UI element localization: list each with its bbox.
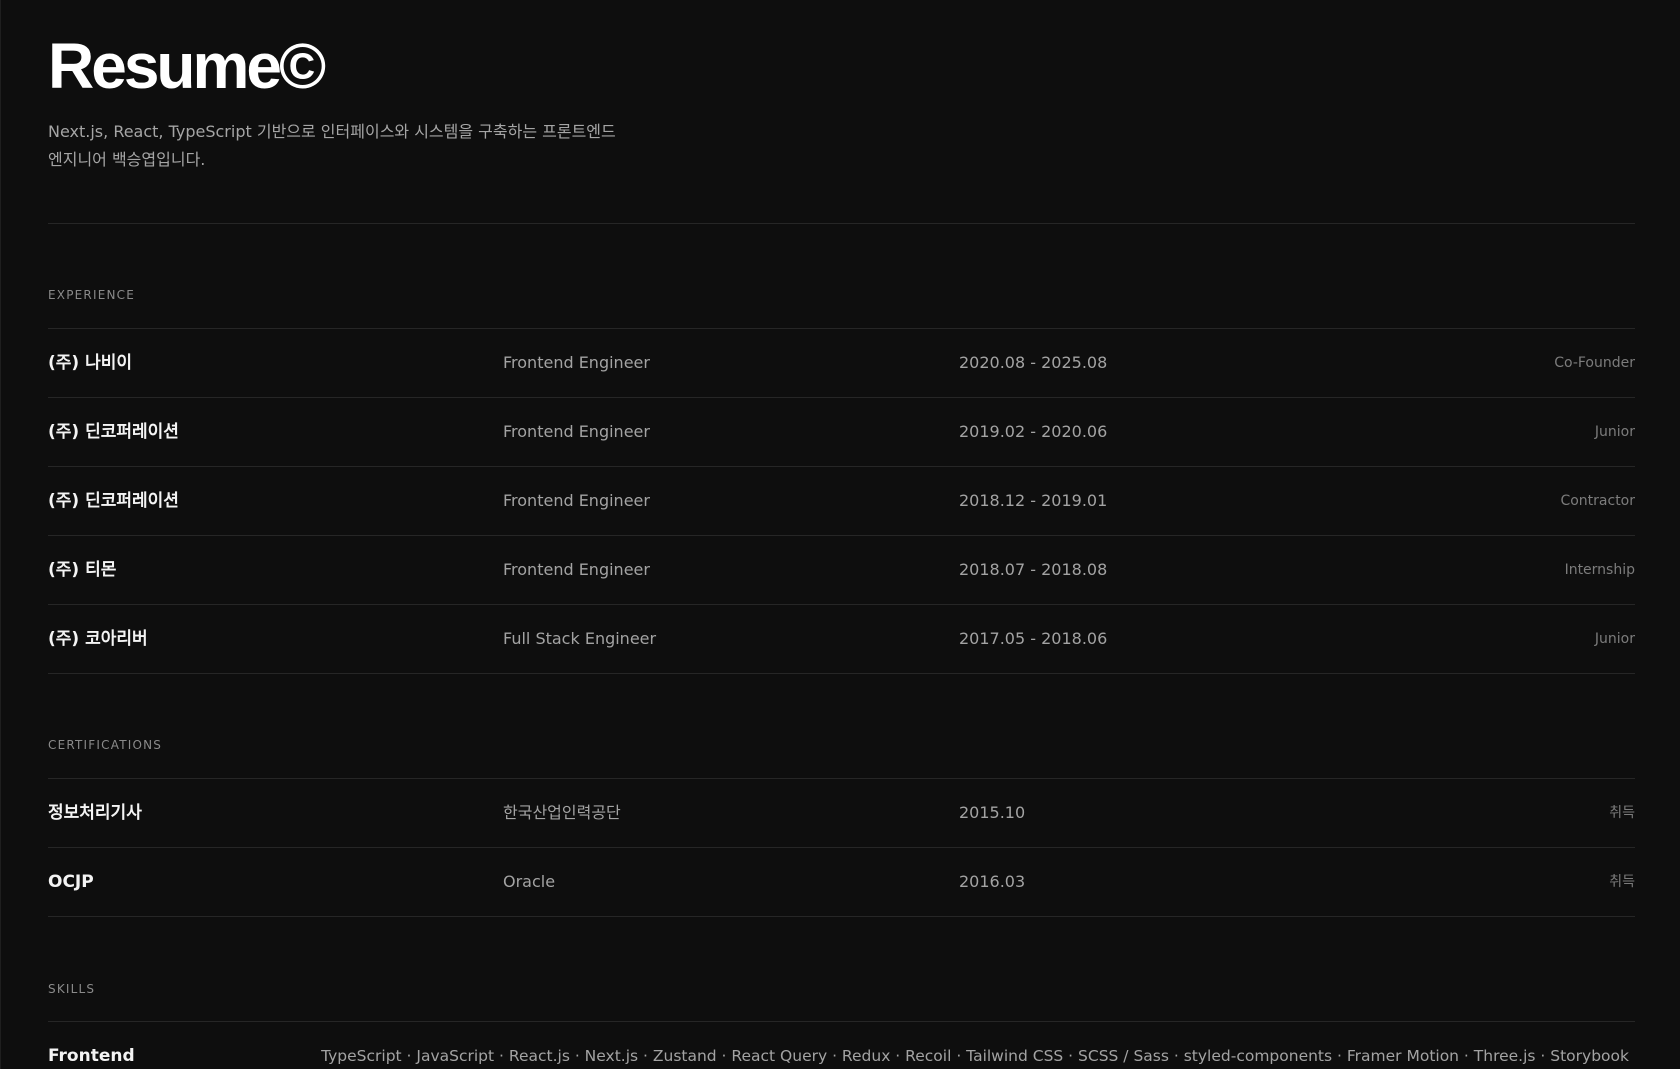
job-role: Frontend Engineer [503,422,650,441]
position-level: Junior [1594,424,1635,440]
certifications-list: 정보처리기사 한국산업인력공단 2015.10 취득 OCJP Oracle 2… [48,778,1635,917]
position-level: Internship [1564,562,1635,578]
certification-row: 정보처리기사 한국산업인력공단 2015.10 취득 [48,779,1635,848]
company-name: (주) 코아리버 [48,629,148,649]
experience-row: (주) 코아리버 Full Stack Engineer 2017.05 - 2… [48,605,1635,674]
skills-heading: SKILLS [48,982,96,996]
certification-issuer: 한국산업인력공단 [503,803,621,822]
company-name: (주) 딘코퍼레이션 [48,491,179,511]
skills-category: Frontend [48,1046,135,1066]
certification-status: 취득 [1609,805,1635,821]
employment-period: 2019.02 - 2020.06 [959,422,1108,441]
company-name: (주) 딘코퍼레이션 [48,422,179,442]
certification-name: 정보처리기사 [48,803,142,823]
certifications-heading: CERTIFICATIONS [48,738,163,752]
skills-row: Frontend TypeScript · JavaScript · React… [48,1032,1635,1069]
job-role: Full Stack Engineer [503,629,657,648]
certification-date: 2016.03 [959,872,1026,891]
header-divider [48,223,1635,224]
certification-row: OCJP Oracle 2016.03 취득 [48,848,1635,917]
window-edge [0,0,1,1069]
certification-status: 취득 [1609,874,1635,890]
skills-list: TypeScript · JavaScript · React.js · Nex… [321,1047,1629,1065]
certification-name: OCJP [48,872,94,892]
company-name: (주) 나비이 [48,353,133,373]
job-role: Frontend Engineer [503,353,650,372]
employment-period: 2018.12 - 2019.01 [959,491,1108,510]
position-level: Junior [1594,631,1635,647]
experience-row: (주) 나비이 Frontend Engineer 2020.08 - 2025… [48,329,1635,398]
experience-heading: EXPERIENCE [48,288,136,302]
intro-text: Next.js, React, TypeScript 기반으로 인터페이스와 시… [48,122,616,169]
experience-row: (주) 딘코퍼레이션 Frontend Engineer 2019.02 - 2… [48,398,1635,467]
experience-row: (주) 딘코퍼레이션 Frontend Engineer 2018.12 - 2… [48,467,1635,536]
certification-issuer: Oracle [503,872,556,891]
employment-period: 2020.08 - 2025.08 [959,353,1108,372]
position-level: Co-Founder [1554,355,1635,371]
job-role: Frontend Engineer [503,560,650,579]
certification-date: 2015.10 [959,803,1026,822]
skills-divider [48,1021,1635,1022]
page-title: Resume© [48,30,326,102]
company-name: (주) 티몬 [48,560,117,580]
experience-list: (주) 나비이 Frontend Engineer 2020.08 - 2025… [48,328,1635,674]
employment-period: 2018.07 - 2018.08 [959,560,1108,579]
job-role: Frontend Engineer [503,491,650,510]
position-level: Contractor [1560,493,1635,509]
experience-row: (주) 티몬 Frontend Engineer 2018.07 - 2018.… [48,536,1635,605]
employment-period: 2017.05 - 2018.06 [959,629,1108,648]
